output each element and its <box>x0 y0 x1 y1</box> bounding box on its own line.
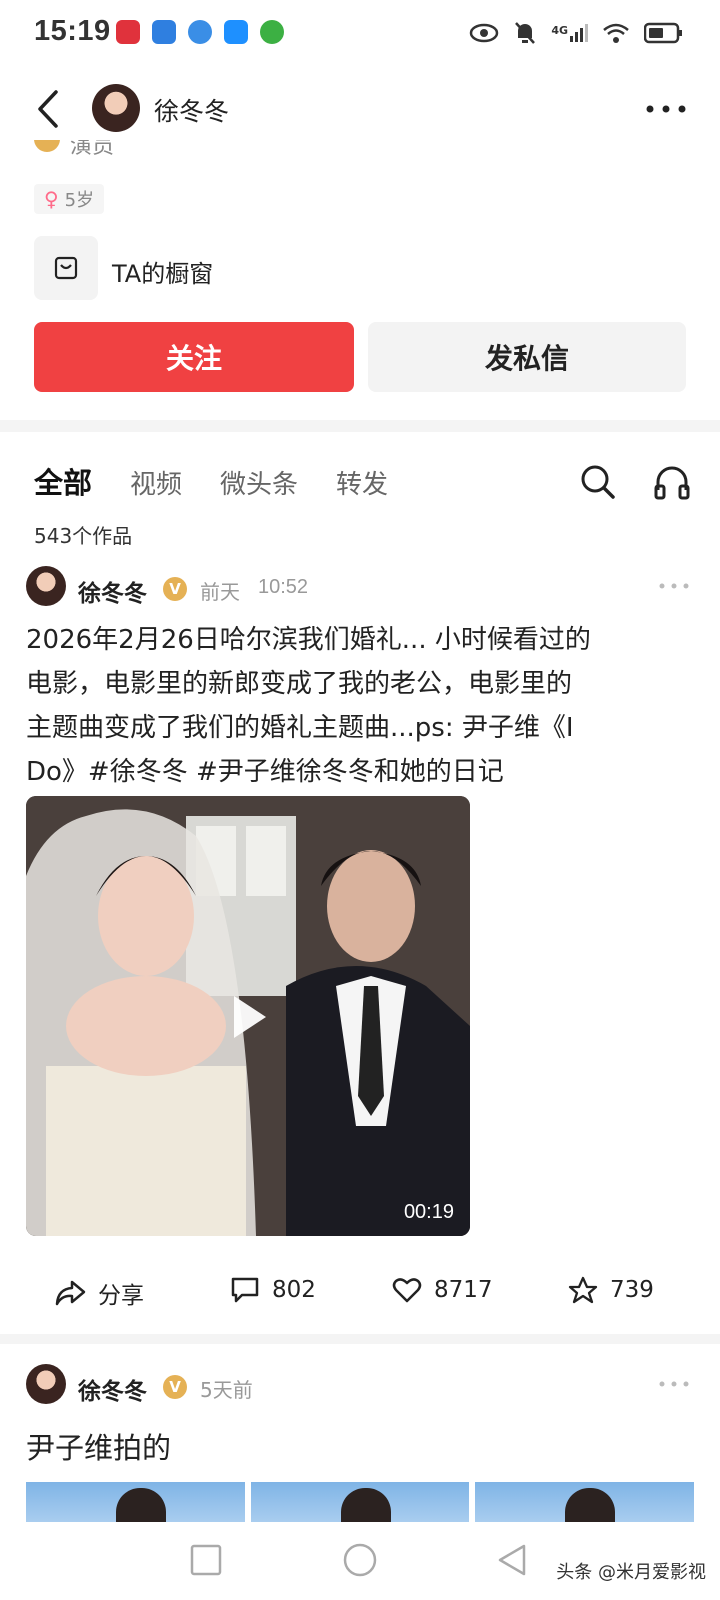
share-button[interactable]: 分享 <box>54 1276 144 1310</box>
avatar[interactable] <box>92 84 140 132</box>
message-button[interactable]: 发私信 <box>368 322 686 392</box>
mute-bell-icon <box>515 22 536 44</box>
shop-link[interactable]: TA的橱窗 <box>112 254 213 289</box>
verified-icon: V <box>163 577 187 601</box>
video-thumbnail[interactable]: 00:19 <box>26 796 470 1236</box>
star-icon <box>568 1276 598 1304</box>
recents-button[interactable] <box>188 1542 224 1578</box>
verified-text: 演员 <box>70 140 115 159</box>
network-type: 4G <box>551 24 568 37</box>
share-label: 分享 <box>98 1283 144 1309</box>
post-text-line: 主题曲变成了我们的婚礼主题曲...ps: 尹子维《I <box>26 713 574 743</box>
eye-icon <box>470 23 499 43</box>
verified-icon: V <box>163 1375 187 1399</box>
age-label: 5岁 <box>64 190 95 211</box>
comment-count: 802 <box>272 1277 316 1303</box>
post-time: 10:52 <box>258 576 309 598</box>
headphones-icon[interactable] <box>652 462 692 502</box>
comment-button[interactable]: 802 <box>230 1276 316 1304</box>
post-text-line: 电影，电影里的新郎变成了我的老公，电影里的 <box>26 669 573 699</box>
heart-icon <box>392 1278 422 1303</box>
image-thumbnail[interactable] <box>475 1482 694 1522</box>
profile-header: 徐冬冬 <box>0 78 720 140</box>
back-button[interactable] <box>30 84 70 134</box>
system-nav-bar: 头条 @米月爱影视 <box>0 1522 720 1600</box>
image-thumbnail[interactable] <box>26 1482 245 1522</box>
follow-button[interactable]: 关注 <box>34 322 354 392</box>
image-grid <box>26 1482 694 1522</box>
content-tabs: 全部 视频 微头条 转发 <box>34 460 388 502</box>
tab-micro-post[interactable]: 微头条 <box>220 464 298 501</box>
female-icon: ♀ <box>44 187 59 211</box>
play-icon[interactable] <box>222 992 272 1042</box>
like-button[interactable]: 8717 <box>392 1276 493 1304</box>
system-icons: 4G <box>469 20 684 46</box>
security-app-icon <box>224 20 248 44</box>
signal-icon: 4G <box>551 24 588 42</box>
search-icon[interactable] <box>578 462 618 502</box>
post-author[interactable]: 徐冬冬 <box>78 1372 147 1406</box>
tab-all[interactable]: 全部 <box>34 460 92 502</box>
post-time: 5天前 <box>200 1378 253 1402</box>
post-more-icon[interactable] <box>654 576 694 596</box>
shield-app-icon <box>152 20 176 44</box>
post-text[interactable]: 尹子维拍的 <box>26 1425 171 1467</box>
red-app-icon <box>116 20 140 44</box>
header-username: 徐冬冬 <box>154 97 230 126</box>
tab-video[interactable]: 视频 <box>130 464 182 501</box>
post-text-line: 2026年2月26日哈尔滨我们婚礼... 小时候看过的 <box>26 625 591 655</box>
video-duration: 00:19 <box>403 1201 454 1223</box>
battery-icon <box>644 22 682 44</box>
more-options-button[interactable] <box>642 94 690 124</box>
status-time: 15:19 <box>34 15 111 47</box>
post-divider <box>0 1334 720 1344</box>
home-button[interactable] <box>342 1542 378 1578</box>
post-text[interactable]: 2026年2月26日哈尔滨我们婚礼... 小时候看过的 电影，电影里的新郎变成了… <box>26 618 696 794</box>
browser-app-icon <box>188 20 212 44</box>
verified-badge-icon <box>34 140 60 152</box>
wifi-icon <box>603 23 629 43</box>
post-more-icon[interactable] <box>654 1374 694 1394</box>
image-thumbnail[interactable] <box>250 1482 470 1522</box>
gender-age-tag: ♀ 5岁 <box>34 184 105 214</box>
post-text-line: Do》#徐冬冬 #尹子维徐冬冬和她的日记 <box>26 757 504 787</box>
favorite-count: 739 <box>610 1277 654 1303</box>
back-nav-button[interactable] <box>494 1542 530 1578</box>
works-count: 543个作品 <box>34 524 133 548</box>
favorite-button[interactable]: 739 <box>568 1276 654 1304</box>
comment-icon <box>231 1277 259 1303</box>
section-divider <box>0 420 720 432</box>
status-bar: 15:19 4G <box>0 0 720 70</box>
sync-app-icon <box>260 20 284 44</box>
share-icon <box>55 1280 86 1306</box>
post-day: 前天 <box>200 580 240 604</box>
like-count: 8717 <box>434 1277 493 1303</box>
post-avatar[interactable] <box>26 1364 66 1404</box>
verified-row: 演员 <box>34 140 234 160</box>
shopping-bag-icon <box>54 256 78 280</box>
post-actions: 分享 802 8717 739 <box>0 1276 720 1316</box>
tab-repost[interactable]: 转发 <box>336 464 388 501</box>
notification-icons <box>116 20 284 44</box>
shop-icon-box[interactable] <box>34 236 98 300</box>
post-avatar[interactable] <box>26 566 66 606</box>
post-author[interactable]: 徐冬冬 <box>78 574 147 608</box>
watermark: 头条 @米月爱影视 <box>556 1562 706 1583</box>
